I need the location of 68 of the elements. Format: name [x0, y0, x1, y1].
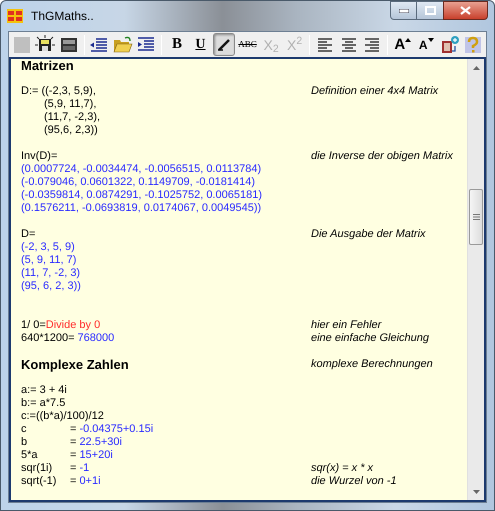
result-text: 0+1i	[79, 475, 101, 488]
folder-icon	[112, 34, 133, 54]
formula-text: (5,9, 11,7),	[44, 98, 96, 111]
formula-text: =	[70, 436, 76, 449]
section-heading: Matrizen	[21, 58, 74, 73]
comment-text: Definition einer 4x4 Matrix	[311, 85, 438, 98]
scroll-thumb[interactable]	[469, 189, 483, 245]
formula-text: 640*1200=	[21, 332, 75, 345]
formula-text: (11,7, -2,3),	[44, 111, 100, 124]
strikethrough-button[interactable]: ABC	[236, 33, 259, 56]
formula-text: 1/ 0=	[21, 319, 46, 332]
close-icon	[460, 6, 471, 15]
minimize-button[interactable]	[390, 1, 417, 20]
help-icon	[463, 34, 484, 54]
result-text: -1	[79, 462, 90, 475]
result-text: (5, 9, 11, 7)	[21, 254, 76, 267]
maximize-icon	[424, 6, 436, 15]
result-text: (-2, 3, 5, 9)	[21, 241, 75, 254]
variable-name: c	[21, 423, 28, 436]
grip-icon	[472, 214, 480, 220]
formula-text: (95,6, 2,3))	[44, 124, 98, 137]
result-text: -0.04375+0.15i	[79, 423, 154, 436]
result-text: 15+20i	[79, 449, 113, 462]
error-text: Divide by 0	[46, 319, 100, 332]
result-text: (0.0007724, -0.0034474, -0.0056515, 0.0113784)	[21, 163, 262, 176]
section-heading: Komplexe Zahlen	[21, 357, 129, 372]
variable-name: sqr(1i)	[21, 462, 54, 475]
comment-text: Die Ausgabe der Matrix	[311, 228, 426, 241]
comment-text: sqr(x) = x * x	[311, 462, 374, 475]
italic-slash-button[interactable]	[212, 33, 236, 56]
result-text: (-0.0359814, 0.0874291, -0.1025752, 0.0065181)	[21, 189, 262, 202]
variable-name: 5*a	[21, 449, 39, 462]
comment-text: hier ein Fehler	[311, 319, 382, 332]
blank-square-icon	[12, 34, 32, 54]
app-icon	[7, 9, 23, 23]
comment-text: eine einfache Gleichung	[311, 332, 430, 345]
formula-text: a:= 3 + 4i	[21, 384, 67, 397]
formula-text: b:= a*7.5	[21, 397, 66, 410]
comment-text: die Wurzel von -1	[311, 475, 397, 488]
formula-text: c:=((b*a)/100)/12	[21, 410, 104, 423]
bold-button[interactable]: B	[166, 33, 188, 56]
shrink-font-button[interactable]: A	[415, 33, 438, 56]
result-text: (-0.079046, 0.0601322, 0.1149709, -0.0181414)	[21, 176, 256, 189]
formula-text: =	[70, 462, 76, 475]
result-text: 22.5+30i	[79, 436, 122, 449]
down-arrow-icon	[472, 490, 480, 494]
formula-text: D=	[21, 228, 36, 241]
result-text: (11, 7, -2, 3)	[21, 267, 80, 280]
formula-text: Inv(D)=	[21, 150, 58, 163]
formula-text: =	[70, 449, 76, 462]
insert-icon	[440, 34, 460, 54]
formula-text: =	[70, 423, 76, 436]
result-text: 768000	[78, 332, 114, 345]
variable-name: b	[21, 436, 28, 449]
up-arrow-icon	[472, 66, 480, 70]
window-title: ThGMaths..	[31, 8, 94, 25]
comment-text: die Inverse der obigen Matrix	[311, 150, 453, 163]
underline-button[interactable]: U	[189, 33, 212, 56]
comment-text: komplexe Berechnungen	[311, 358, 433, 371]
variable-name: sqrt(-1)	[21, 475, 58, 488]
close-button[interactable]	[443, 1, 488, 20]
minimize-icon	[398, 8, 408, 12]
maximize-button[interactable]	[417, 1, 443, 20]
grow-font-button[interactable]: A	[391, 33, 414, 56]
result-text: (95, 6, 2, 3))	[21, 280, 81, 293]
result-text: (0.1576211, -0.0693819, 0.0174067, 0.0049545))	[21, 202, 262, 215]
formula-text: =	[70, 475, 76, 488]
formula-text: D:= ((-2,3, 5,9),	[21, 85, 96, 98]
